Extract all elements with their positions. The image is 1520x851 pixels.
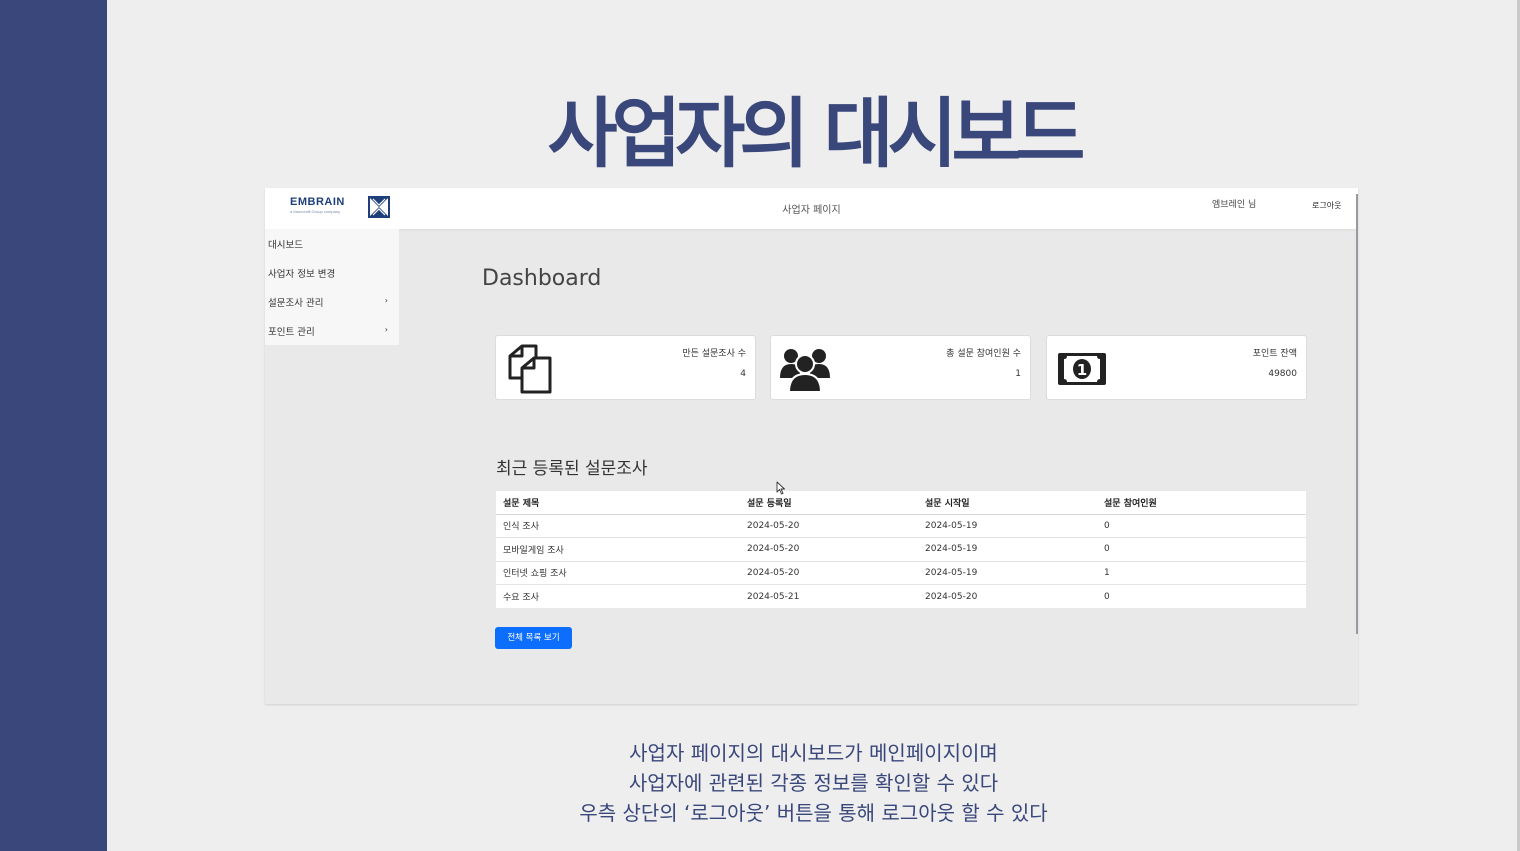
table-header-row: 설문 제목 설문 등록일 설문 시작일 설문 참여인원: [496, 491, 1306, 515]
column-header-start: 설문 시작일: [918, 491, 1097, 515]
stat-card-surveys-created: 만든 설문조사 수 4: [495, 335, 756, 400]
cell-participants: 0: [1104, 591, 1110, 602]
stat-card-value: 49800: [1268, 369, 1297, 379]
column-header-title: 설문 제목: [496, 491, 740, 515]
sidebar-item-point-management[interactable]: 포인트 관리 ›: [268, 324, 396, 338]
stat-card-total-participants: 총 설문 참여인원 수 1: [770, 335, 1031, 400]
caption-line: 사업자에 관련된 각종 정보를 확인할 수 있다: [628, 771, 999, 795]
sidebar-item-label: 포인트 관리: [268, 327, 315, 338]
recent-surveys-heading: 최근 등록된 설문조사: [496, 459, 648, 479]
sidebar-item-dashboard[interactable]: 대시보드: [268, 237, 396, 251]
slide-left-accent-bar: [0, 0, 107, 851]
sidebar-item-label: 설문조사 관리: [268, 298, 324, 309]
cell-registered-date: 2024-05-21: [747, 591, 800, 602]
cell-participants: 0: [1097, 537, 1306, 562]
logout-button[interactable]: 로그아웃: [1312, 200, 1341, 211]
sidebar-item-survey-management[interactable]: 설문조사 관리 ›: [268, 295, 396, 309]
cell-participants: 0: [1097, 514, 1306, 538]
stat-card-value: 1: [1015, 369, 1021, 379]
sidebar-item-label: 사업자 정보 변경: [268, 269, 336, 280]
money-bill-icon: 1: [1058, 353, 1106, 385]
cell-survey-title: 인식 조사: [496, 514, 740, 538]
table-row[interactable]: 모바일게임 조사 2024-05-20 2024-05-19 0: [496, 537, 1306, 562]
sidebar: 대시보드 사업자 정보 변경 설문조사 관리 › 포인트 관리 ›: [265, 229, 399, 345]
column-header-registered: 설문 등록일: [740, 491, 918, 515]
stat-card-point-balance: 1 포인트 잔액 49800: [1046, 335, 1307, 400]
svg-text:1: 1: [1077, 361, 1087, 379]
cell-registered-date: 2024-05-20: [740, 514, 918, 538]
cell-registered-date: 2024-05-20: [740, 561, 918, 585]
cell-survey-title: 수요 조사: [503, 593, 539, 603]
mouse-pointer-icon: [776, 481, 785, 495]
stat-card-value: 4: [740, 369, 746, 379]
page-title: Dashboard: [482, 266, 602, 291]
cell-survey-title: 모바일게임 조사: [496, 537, 740, 562]
cell-registered-date: 2024-05-20: [740, 537, 918, 562]
scrollbar[interactable]: [1356, 194, 1358, 634]
stat-card-label: 총 설문 참여인원 수: [946, 349, 1021, 359]
sidebar-item-label: 대시보드: [268, 240, 303, 251]
stat-card-label: 포인트 잔액: [1252, 349, 1297, 359]
header-user-name: 엠브레인 님: [1212, 200, 1257, 210]
slide-title: 사업자의 대시보드: [547, 89, 1086, 178]
app-window: EMBRAIN a Macromill Group company 사업자 페이…: [265, 188, 1358, 704]
table-row[interactable]: 인식 조사 2024-05-20 2024-05-19 0: [496, 514, 1306, 538]
copy-documents-icon: [508, 344, 552, 394]
caption-line: 사업자 페이지의 대시보드가 메인페이지이며: [629, 741, 998, 765]
cell-start-date: 2024-05-20: [925, 591, 978, 602]
header-page-label: 사업자 페이지: [782, 205, 841, 216]
sidebar-item-business-info[interactable]: 사업자 정보 변경: [268, 266, 396, 280]
cell-start-date: 2024-05-19: [918, 561, 1097, 585]
chevron-right-icon: ›: [384, 296, 388, 305]
recent-surveys-table: 설문 제목 설문 등록일 설문 시작일 설문 참여인원 인식 조사 2024-0…: [496, 491, 1306, 608]
table-row[interactable]: 인터넷 쇼핑 조사 2024-05-20 2024-05-19 1: [496, 561, 1306, 585]
view-all-button[interactable]: 전체 목록 보기: [495, 627, 572, 649]
table-row[interactable]: 수요 조사 2024-05-21 2024-05-20 0: [496, 585, 1306, 609]
cell-start-date: 2024-05-19: [918, 514, 1097, 538]
slide-caption: 사업자 페이지의 대시보드가 메인페이지이며 사업자에 관련된 각종 정보를 확…: [107, 738, 1520, 828]
cell-participants: 1: [1097, 561, 1306, 585]
cell-start-date: 2024-05-19: [918, 537, 1097, 562]
cell-survey-title: 인터넷 쇼핑 조사: [496, 561, 740, 585]
stat-card-label: 만든 설문조사 수: [682, 349, 746, 359]
caption-line: 우측 상단의 ‘로그아웃’ 버튼을 통해 로그아웃 할 수 있다: [579, 801, 1048, 825]
app-header: EMBRAIN a Macromill Group company 사업자 페이…: [265, 188, 1358, 229]
users-group-icon: [780, 349, 830, 393]
column-header-participants: 설문 참여인원: [1097, 491, 1306, 515]
chevron-right-icon: ›: [384, 325, 388, 334]
